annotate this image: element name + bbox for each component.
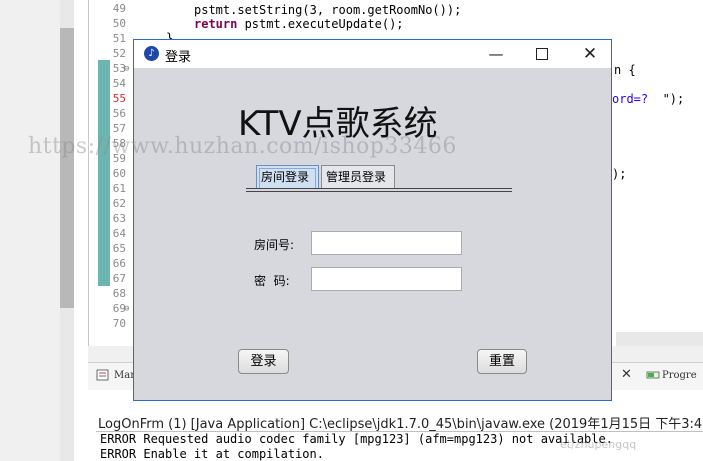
- line-number: 64: [112, 227, 126, 240]
- progress-icon[interactable]: [646, 368, 660, 382]
- editor-horizontal-scrollbar[interactable]: [616, 332, 703, 346]
- code-string: ord=?: [612, 92, 649, 106]
- console-header: LogOnFrm (1) [Java Application] C:\eclip…: [98, 417, 703, 432]
- maximize-icon: [536, 47, 548, 60]
- tab-divider: [246, 191, 512, 192]
- password-input[interactable]: [311, 267, 462, 291]
- fold-icon[interactable]: ⊖: [124, 64, 129, 74]
- line-number: 49: [112, 2, 126, 15]
- maximize-button[interactable]: [522, 42, 562, 66]
- line-number: 65: [112, 242, 126, 255]
- line-number: 54: [112, 77, 126, 90]
- login-dialog: ♪ 登录 — ✕ KTV点歌系统 房间登录 管理员登录 房间号: 密 码: 登录…: [133, 39, 612, 401]
- tab-admin-login-label: 管理员登录: [326, 170, 387, 184]
- code-line-50: return pstmt.executeUpdate();: [194, 17, 404, 31]
- minimize-button[interactable]: —: [476, 42, 516, 66]
- code-text: pstmt.executeUpdate();: [237, 17, 404, 31]
- line-number: 69: [112, 302, 126, 315]
- password-label: 密 码:: [254, 274, 290, 288]
- line-number: 52: [112, 47, 126, 60]
- line-number: 50: [112, 17, 126, 30]
- line-number: 68: [112, 287, 126, 300]
- left-scrollbar-thumb[interactable]: [60, 28, 74, 308]
- watermark: https://www.huzhan.com/ishop33466: [28, 134, 457, 159]
- line-number: 55: [112, 92, 126, 105]
- close-button[interactable]: ✕: [570, 42, 610, 66]
- room-number-label: 房间号:: [254, 238, 295, 252]
- line-number: 51: [112, 32, 126, 45]
- line-number: 60: [112, 167, 126, 180]
- java-app-icon: ♪: [144, 46, 159, 61]
- code-line-53-tail: n {: [614, 63, 636, 77]
- console-error-line: ERROR Enable it at compilation.: [100, 447, 324, 461]
- fold-icon[interactable]: ⊖: [124, 304, 129, 314]
- tab-progress[interactable]: Progre: [662, 370, 697, 381]
- code-line-49: pstmt.setString(3, room.getRoomNo());: [194, 3, 462, 17]
- close-icon[interactable]: ✕: [621, 367, 632, 382]
- line-number: 56: [112, 107, 126, 120]
- line-number: 67: [112, 272, 126, 285]
- watermark-corner: et/zhupengqq: [560, 438, 637, 451]
- dialog-titlebar[interactable]: ♪ 登录 — ✕: [134, 40, 611, 68]
- tab-markers[interactable]: Mar: [114, 370, 135, 381]
- line-number: 63: [112, 212, 126, 225]
- tab-admin-login[interactable]: 管理员登录: [321, 165, 395, 188]
- tab-room-login-label: 房间登录: [261, 170, 310, 184]
- line-number: 53: [112, 62, 126, 75]
- room-number-input[interactable]: [311, 231, 462, 255]
- console-error-line: ERROR Requested audio codec family [mpg1…: [100, 432, 613, 446]
- tab-room-login[interactable]: 房间登录: [256, 165, 319, 188]
- tab-divider: [246, 188, 512, 189]
- code-line-60-tail: );: [612, 167, 627, 181]
- code-line-55-tail: ord=? ");: [612, 92, 684, 106]
- markers-icon[interactable]: [96, 368, 110, 382]
- left-panel: [0, 0, 60, 461]
- dialog-title: 登录: [165, 50, 192, 65]
- login-button[interactable]: 登录: [238, 349, 289, 374]
- reset-button[interactable]: 重置: [477, 349, 527, 374]
- code-keyword: return: [194, 17, 238, 31]
- line-number: 70: [112, 317, 126, 330]
- line-number: 62: [112, 197, 126, 210]
- line-number: 66: [112, 257, 126, 270]
- code-text: ");: [648, 92, 685, 106]
- line-number: 61: [112, 182, 126, 195]
